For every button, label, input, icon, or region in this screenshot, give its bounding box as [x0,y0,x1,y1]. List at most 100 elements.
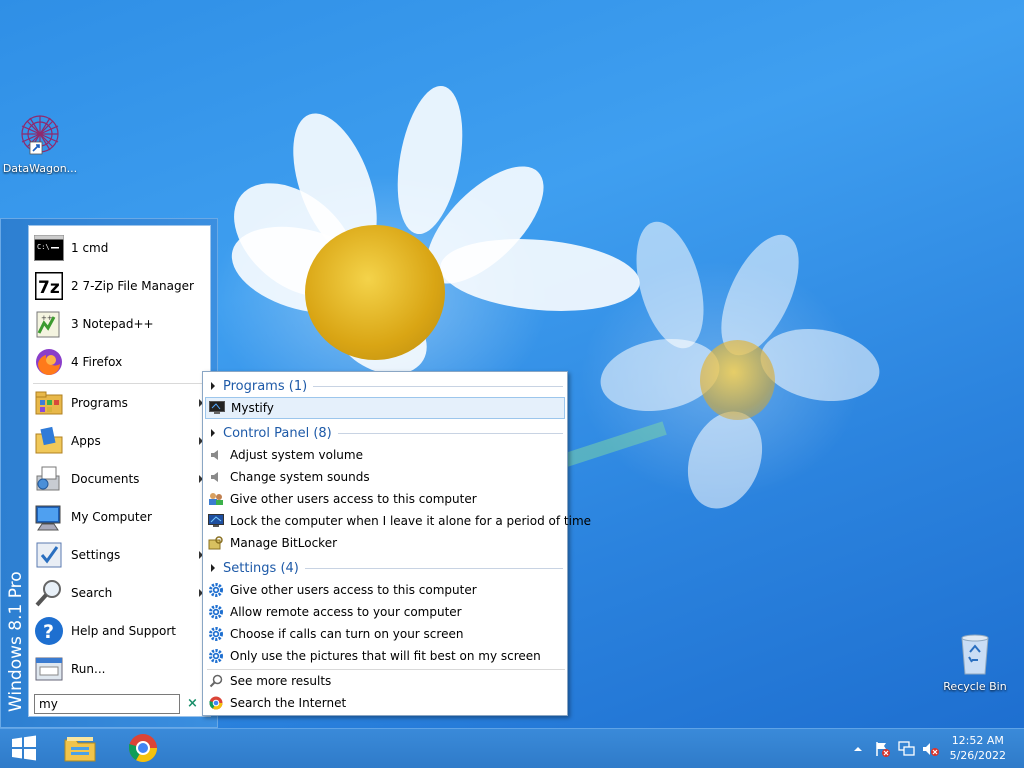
desktop-icon-datawagon[interactable]: DataWagon... [0,112,80,175]
result-item-remote-access[interactable]: Allow remote access to your computer [205,601,565,623]
menu-item-help-and-support[interactable]: ? Help and Support [33,613,207,649]
result-item-label: Give other users access to this computer [230,492,477,506]
recent-item-label: 1 cmd [71,241,109,255]
recent-item-label: 3 Notepad++ [71,317,154,331]
action-center-flag-icon[interactable] [874,741,890,757]
results-header-label: Programs (1) [223,378,308,394]
result-item-label: Give other users access to this computer [230,583,477,597]
results-header-settings[interactable]: Settings (4) [211,558,563,578]
file-explorer-icon [63,733,97,766]
recent-item-notepadpp[interactable]: ++ 3 Notepad++ [33,306,207,342]
result-item-label: Mystify [231,401,274,415]
search-icon [33,577,65,609]
result-item-pictures-fit[interactable]: Only use the pictures that will fit best… [205,645,565,667]
recent-item-label: 2 7-Zip File Manager [71,279,194,293]
computer-icon [33,501,65,533]
recycle-bin-icon [955,630,995,678]
screensaver-icon [209,400,225,416]
settings-icon [33,539,65,571]
svg-text:++: ++ [41,314,53,322]
notepadpp-icon: ++ [33,308,65,340]
recent-item-cmd[interactable]: C:\ 1 cmd [33,230,207,266]
clock-date: 5/26/2022 [949,749,1006,762]
result-item-label: Allow remote access to your computer [230,605,462,619]
menu-item-label: Search [71,586,113,600]
results-header-label: Control Panel (8) [223,425,332,441]
clock-time: 12:52 AM [951,734,1004,747]
results-header-control-panel[interactable]: Control Panel (8) [211,423,563,443]
7zip-icon: 7z [33,270,65,302]
documents-icon [33,463,65,495]
menu-item-label: Help and Support [71,624,176,638]
start-menu-panel: C:\ 1 cmd 7z 2 7-Zip File Manager ++ 3 N… [28,225,211,717]
gear-icon [208,604,224,620]
menu-item-search[interactable]: Search [33,575,207,611]
chrome-icon [208,695,224,711]
volume-muted-icon[interactable] [922,741,939,757]
search-icon [208,673,224,689]
gear-icon [208,582,224,598]
menu-separator [33,383,207,384]
chrome-icon [128,733,158,766]
start-button[interactable] [6,732,42,766]
users-icon [208,491,224,507]
search-results-popup: Programs (1) Mystify Control Panel (8) A… [202,371,591,716]
desktop-icon-label: DataWagon... [2,162,78,175]
run-icon [33,653,65,685]
menu-item-documents[interactable]: Documents [33,461,207,497]
help-icon: ? [33,615,65,647]
menu-item-apps[interactable]: Apps [33,423,207,459]
speaker-icon [208,447,224,463]
menu-item-my-computer[interactable]: My Computer [33,499,207,535]
result-item-manage-bitlocker[interactable]: Manage BitLocker [205,532,565,554]
taskbar: 12:52 AM 5/26/2022 [0,728,1024,768]
start-menu: Windows 8.1 Pro C:\ 1 cmd 7z 2 7-Zip Fil… [0,218,218,728]
taskbar-clock[interactable]: 12:52 AM 5/26/2022 [950,733,1006,763]
menu-item-settings[interactable]: Settings [33,537,207,573]
desktop-icon-recycle-bin[interactable]: Recycle Bin [935,630,1015,693]
header-rule [313,385,563,387]
expand-triangle-icon [211,382,215,390]
programs-folder-icon [33,387,65,419]
result-item-lock-computer[interactable]: Lock the computer when I leave it alone … [205,510,591,532]
result-item-settings-give-access[interactable]: Give other users access to this computer [205,579,565,601]
expand-triangle-icon [211,429,215,437]
result-item-label: Choose if calls can turn on your screen [230,627,464,641]
menu-item-label: My Computer [71,510,152,524]
start-search-input[interactable] [34,694,180,714]
header-rule [337,432,563,434]
result-item-mystify[interactable]: Mystify [205,397,565,419]
show-hidden-icons[interactable] [852,741,868,757]
result-item-give-users-access[interactable]: Give other users access to this computer [205,488,565,510]
network-icon[interactable] [898,741,915,757]
result-item-adjust-volume[interactable]: Adjust system volume [205,444,565,466]
menu-item-label: Settings [71,548,121,562]
menu-item-label: Programs [71,396,128,410]
clear-search-icon[interactable]: × [187,696,198,711]
search-internet-link[interactable]: Search the Internet [205,692,565,714]
firefox-icon [33,346,65,378]
results-header-label: Settings (4) [223,560,299,576]
desktop-icon-label: Recycle Bin [943,680,1007,693]
see-more-results-link[interactable]: See more results [205,670,565,692]
taskbar-chrome[interactable] [125,732,161,766]
gear-icon [208,626,224,642]
result-item-calls-screen[interactable]: Choose if calls can turn on your screen [205,623,565,645]
result-item-label: Search the Internet [230,696,347,710]
result-item-label: Lock the computer when I leave it alone … [230,514,592,528]
result-item-change-sounds[interactable]: Change system sounds [205,466,565,488]
menu-item-programs[interactable]: Programs [33,385,207,421]
results-header-programs[interactable]: Programs (1) [211,376,563,396]
result-item-label: Adjust system volume [230,448,363,462]
taskbar-file-explorer[interactable] [62,732,98,766]
windows-edition-label: Windows 8.1 Pro [6,571,26,712]
recent-item-7zip[interactable]: 7z 2 7-Zip File Manager [33,268,207,304]
menu-item-label: Apps [71,434,101,448]
recent-item-firefox[interactable]: 4 Firefox [33,344,207,380]
result-item-label: See more results [230,674,332,688]
speaker-icon [208,469,224,485]
result-item-label: Manage BitLocker [230,536,338,550]
cmd-icon: C:\ [33,232,65,264]
result-item-label: Only use the pictures that will fit best… [230,649,541,663]
menu-item-run[interactable]: Run... [33,651,207,687]
